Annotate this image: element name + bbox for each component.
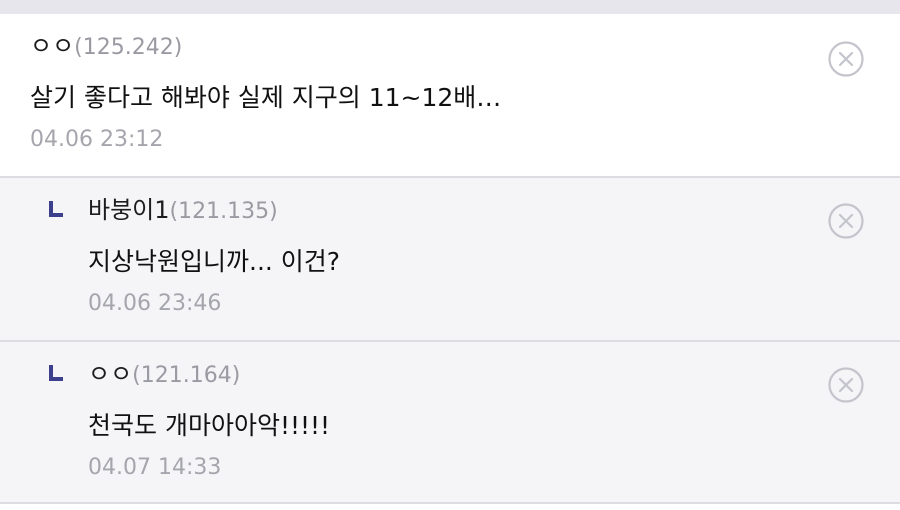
comment-nickname[interactable]: ㅇㅇ xyxy=(30,32,74,60)
reply-item: ㅇㅇ(121.164) 천국도 개마아아악!!!!! 04.07 14:33 xyxy=(0,342,900,502)
reply-body: 지상낙원입니까... 이건? xyxy=(88,247,341,276)
comment-body: 살기 좋다고 해봐야 실제 지구의 11~12배… xyxy=(30,83,502,112)
comment-item: ㅇㅇ(125.242) 살기 좋다고 해봐야 실제 지구의 11~12배… 04… xyxy=(0,14,900,176)
delete-comment-button[interactable] xyxy=(827,40,865,78)
reply-body: 천국도 개마아아악!!!!! xyxy=(88,411,331,440)
reply-timestamp: 04.06 23:46 xyxy=(88,291,222,316)
reply-nickname[interactable]: ㅇㅇ xyxy=(88,360,132,388)
close-circle-icon xyxy=(828,367,864,403)
delete-reply-button[interactable] xyxy=(827,202,865,240)
reply-indent-icon xyxy=(49,201,63,217)
top-separator xyxy=(0,0,900,14)
reply-indent-icon xyxy=(49,365,63,381)
comment-ip: (125.242) xyxy=(74,35,183,60)
close-circle-icon xyxy=(828,203,864,239)
reply-header: 바붕이1(121.135) xyxy=(88,196,278,227)
reply-nickname[interactable]: 바붕이1 xyxy=(88,196,170,224)
reply-item: 바붕이1(121.135) 지상낙원입니까... 이건? 04.06 23:46 xyxy=(0,178,900,340)
comment-header: ㅇㅇ(125.242) xyxy=(30,32,182,63)
reply-timestamp: 04.07 14:33 xyxy=(88,455,222,480)
reply-ip: (121.135) xyxy=(169,199,278,224)
comment-timestamp: 04.06 23:12 xyxy=(30,127,164,152)
delete-reply-button[interactable] xyxy=(827,366,865,404)
reply-ip: (121.164) xyxy=(132,363,241,388)
close-circle-icon xyxy=(828,41,864,77)
bottom-spacer xyxy=(0,504,900,510)
reply-header: ㅇㅇ(121.164) xyxy=(88,360,240,391)
